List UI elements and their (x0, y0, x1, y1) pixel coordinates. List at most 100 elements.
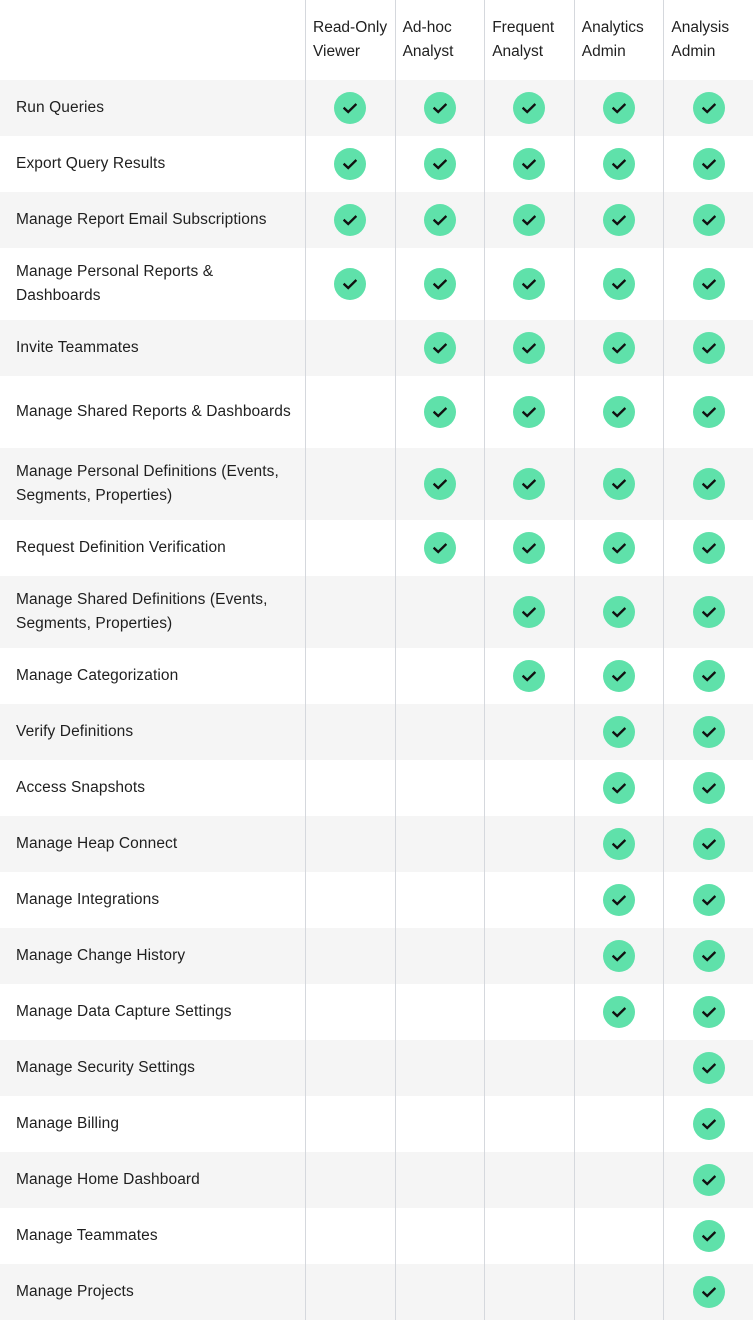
permission-cell (484, 448, 574, 520)
permission-cell (305, 448, 395, 520)
role-header-ad-hoc-analyst: Ad-hoc Analyst (394, 0, 485, 80)
role-name-line1: Frequent (492, 19, 555, 36)
permission-cell (305, 1264, 395, 1320)
permission-cell (394, 448, 485, 520)
permission-cell (573, 816, 664, 872)
checkmark-circle-icon (603, 884, 636, 916)
checkmark-circle-icon (692, 1220, 725, 1252)
permission-cell (305, 872, 395, 928)
checkmark-circle-icon (692, 468, 725, 500)
role-name-line2: Analyst (492, 43, 544, 60)
checkmark-circle-icon (513, 148, 546, 180)
role-name-line2: Analyst (402, 43, 454, 60)
permission-cell (484, 320, 574, 376)
permission-label: Manage Categorization (16, 667, 179, 684)
checkmark-circle-icon (692, 1164, 725, 1196)
permission-cell (484, 760, 574, 816)
permission-cell (305, 648, 395, 704)
permission-cell (305, 1096, 395, 1152)
permission-cell (394, 520, 485, 576)
permission-label: Manage Integrations (16, 891, 160, 908)
table-row: Manage Shared Definitions (Events, Segme… (0, 576, 753, 648)
permission-cell (305, 1040, 395, 1096)
permission-cell (484, 1096, 574, 1152)
checkmark-circle-icon (334, 268, 367, 300)
permission-cell (305, 320, 395, 376)
permission-label: Manage Report Email Subscriptions (16, 211, 267, 228)
permission-cell (394, 1096, 485, 1152)
checkmark-circle-icon (603, 396, 636, 428)
permission-label: Manage Shared Reports & Dashboards (16, 403, 291, 420)
permission-cell (484, 1208, 574, 1264)
role-name-line2: Admin (581, 43, 626, 60)
permission-label: Manage Security Settings (16, 1059, 196, 1076)
permission-cell (573, 520, 664, 576)
permission-cell (573, 648, 664, 704)
permission-cell (663, 648, 753, 704)
permission-label: Manage Shared Definitions (Events, Segme… (16, 591, 268, 632)
checkmark-circle-icon (692, 596, 725, 628)
permission-cell (484, 576, 574, 648)
checkmark-circle-icon (692, 996, 725, 1028)
table-row: Manage Categorization (0, 648, 753, 704)
table-row: Request Definition Verification (0, 520, 753, 576)
checkmark-circle-icon (692, 332, 725, 364)
table-row: Verify Definitions (0, 704, 753, 760)
checkmark-circle-icon (603, 532, 636, 564)
role-name-line2: Viewer (313, 43, 361, 60)
permission-label: Run Queries (16, 99, 105, 116)
checkmark-circle-icon (513, 268, 546, 300)
permission-cell (394, 192, 485, 248)
permission-cell (484, 648, 574, 704)
checkmark-circle-icon (423, 396, 456, 428)
permission-cell (484, 704, 574, 760)
permission-cell (394, 136, 485, 192)
checkmark-circle-icon (603, 596, 636, 628)
permission-cell (394, 320, 485, 376)
permission-cell (484, 520, 574, 576)
permission-cell (573, 1096, 664, 1152)
permission-label: Manage Personal Reports & Dashboards (16, 263, 214, 304)
table-row: Manage Change History (0, 928, 753, 984)
table-row: Manage Security Settings (0, 1040, 753, 1096)
checkmark-circle-icon (692, 660, 725, 692)
permission-cell (573, 872, 664, 928)
checkmark-circle-icon (513, 396, 546, 428)
checkmark-circle-icon (423, 532, 456, 564)
permission-cell (394, 816, 485, 872)
checkmark-circle-icon (692, 828, 725, 860)
permission-cell (305, 376, 395, 448)
permission-cell (663, 1096, 753, 1152)
permission-cell (573, 760, 664, 816)
permission-cell (663, 984, 753, 1040)
permissions-table: Read-Only Viewer Ad-hoc Analyst Frequent An… (0, 0, 753, 1320)
permission-cell (484, 248, 574, 320)
permission-cell (663, 1152, 753, 1208)
checkmark-circle-icon (603, 468, 636, 500)
permission-label: Manage Billing (16, 1115, 120, 1132)
permission-cell (394, 1152, 485, 1208)
checkmark-circle-icon (334, 204, 367, 236)
table-row: Access Snapshots (0, 760, 753, 816)
permission-cell (305, 984, 395, 1040)
permission-cell (663, 520, 753, 576)
table-header: Read-Only Viewer Ad-hoc Analyst Frequent An… (0, 0, 753, 80)
checkmark-circle-icon (692, 716, 725, 748)
permission-cell (484, 816, 574, 872)
permission-cell (484, 376, 574, 448)
permission-cell (663, 1040, 753, 1096)
checkmark-circle-icon (692, 148, 725, 180)
table-row: Manage Billing (0, 1096, 753, 1152)
permission-cell (663, 448, 753, 520)
role-name-line1: Read-Only (313, 19, 388, 36)
permission-cell (573, 928, 664, 984)
permission-cell (305, 928, 395, 984)
permission-cell (663, 80, 753, 136)
permission-cell (663, 136, 753, 192)
checkmark-circle-icon (603, 996, 636, 1028)
permission-cell (305, 520, 395, 576)
permission-label: Manage Home Dashboard (16, 1171, 200, 1188)
checkmark-circle-icon (603, 332, 636, 364)
checkmark-circle-icon (603, 828, 636, 860)
checkmark-circle-icon (423, 268, 456, 300)
